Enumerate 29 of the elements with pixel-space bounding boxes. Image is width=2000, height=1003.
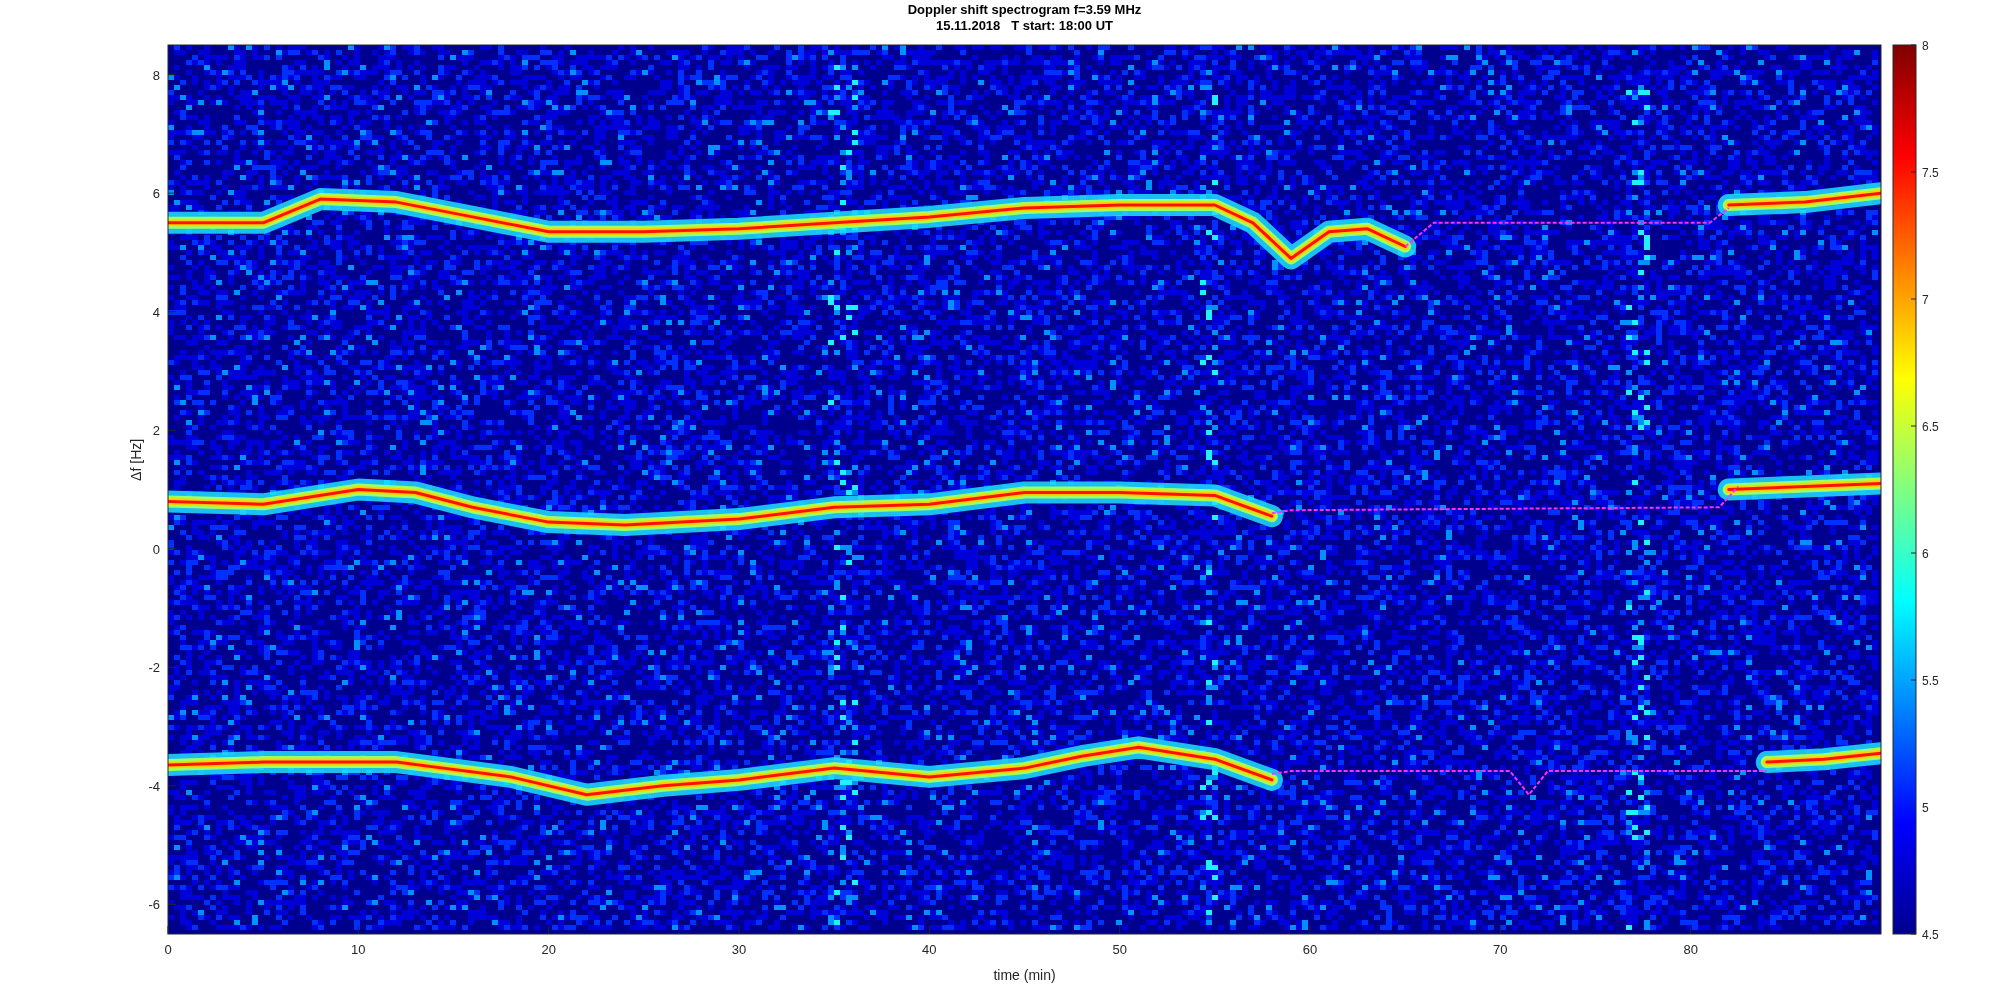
x-tick-label: 30 bbox=[731, 942, 747, 957]
y-tick-label: -2 bbox=[148, 660, 160, 676]
y-tick-label: 8 bbox=[152, 67, 160, 83]
x-axis-label: time (min) bbox=[993, 967, 1056, 983]
colorbar-tick-label: 7.5 bbox=[1922, 166, 1939, 180]
colorbar-tick-label: 4.5 bbox=[1922, 928, 1939, 942]
plot-title: Doppler shift spectrogram f=3.59 MHz bbox=[907, 1, 1142, 18]
x-tick-label: 70 bbox=[1493, 942, 1508, 957]
colorbar-tick-label: 7 bbox=[1922, 293, 1929, 307]
x-tick-label: 0 bbox=[164, 942, 172, 957]
x-tick-label: 80 bbox=[1683, 942, 1698, 957]
y-tick-label: 4 bbox=[152, 304, 160, 320]
y-axis-label: Δf [Hz] bbox=[128, 438, 144, 481]
colorbar-tick-label: 5.5 bbox=[1922, 674, 1939, 688]
colorbar-tick-label: 6.5 bbox=[1922, 420, 1939, 434]
y-tick-label: 2 bbox=[152, 423, 160, 439]
y-tick-label: -6 bbox=[148, 897, 160, 913]
y-tick-label: 0 bbox=[152, 541, 160, 557]
plot-subtitle: 15.11.2018 T start: 18:00 UT bbox=[935, 17, 1113, 34]
colorbar-tick-label: 6 bbox=[1922, 547, 1929, 561]
colorbar-tick-label: 5 bbox=[1922, 801, 1929, 815]
x-tick-label: 40 bbox=[922, 942, 937, 957]
y-tick-label: -4 bbox=[148, 778, 160, 794]
y-tick-label: 6 bbox=[152, 186, 160, 202]
x-tick-label: 50 bbox=[1112, 942, 1127, 957]
colorbar-tick-label: 8 bbox=[1922, 39, 1929, 53]
x-tick-label: 60 bbox=[1302, 942, 1318, 957]
x-tick-label: 10 bbox=[351, 942, 366, 957]
x-tick-label: 20 bbox=[541, 942, 556, 957]
